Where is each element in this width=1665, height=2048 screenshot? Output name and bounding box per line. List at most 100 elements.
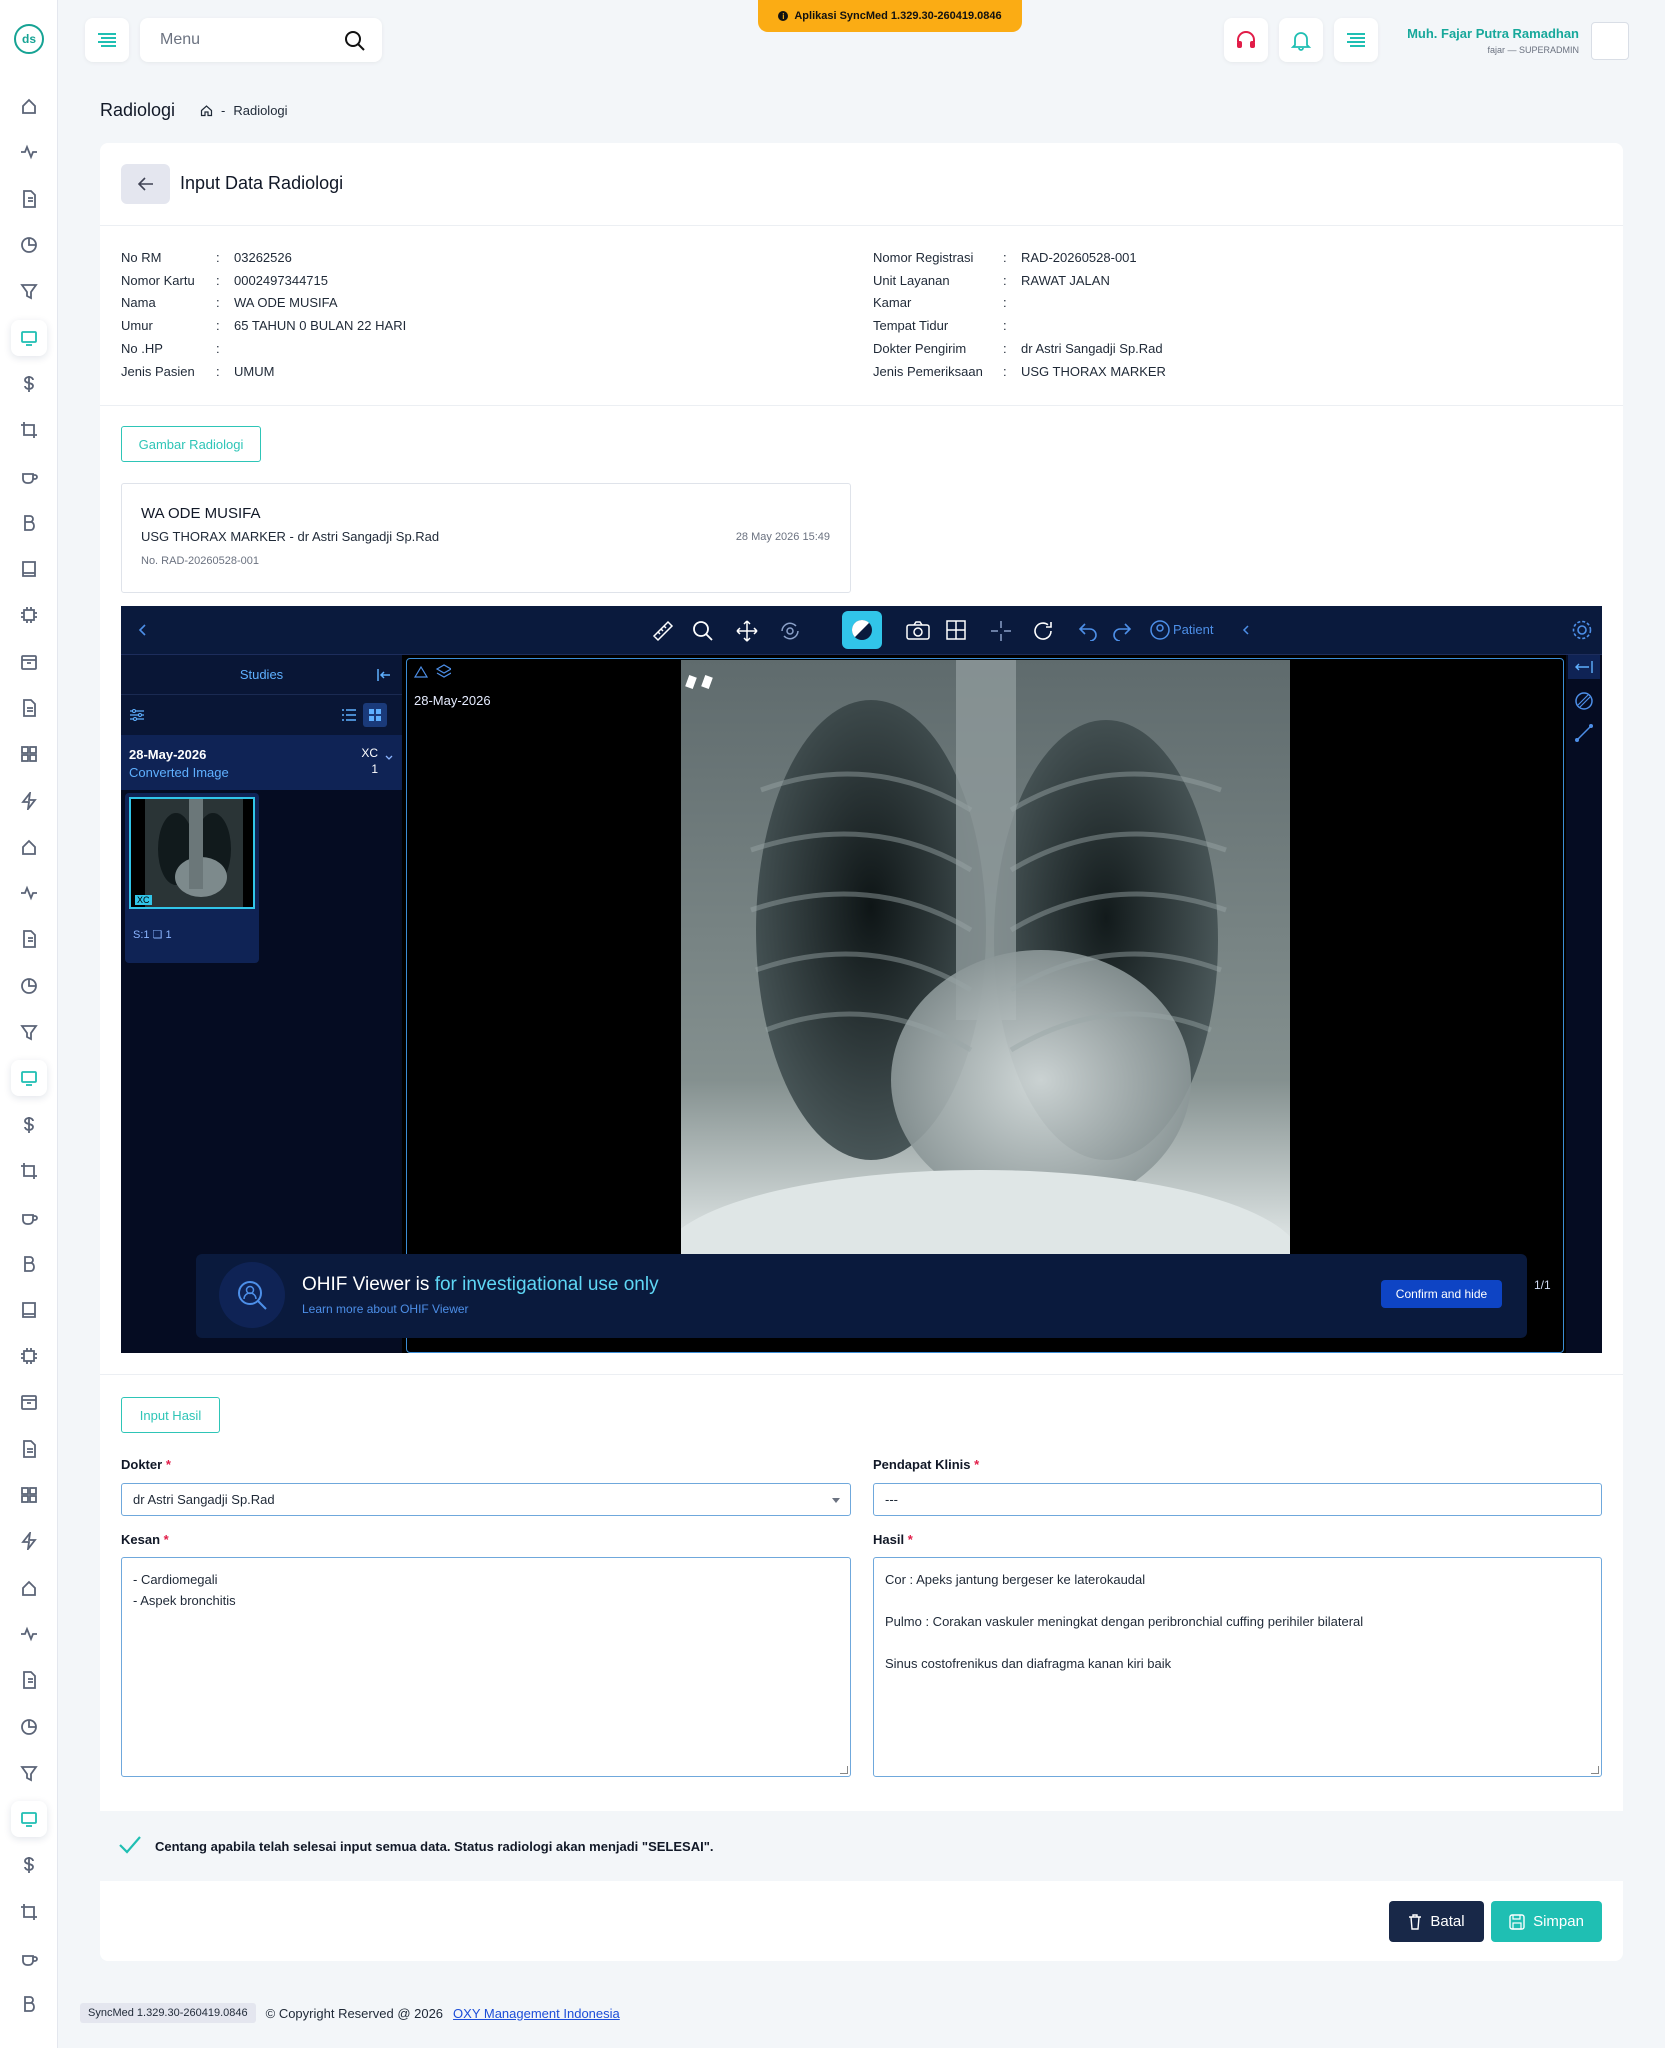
sidebar-item-coffee[interactable] bbox=[11, 1940, 47, 1976]
sidebar-item-crop[interactable] bbox=[11, 412, 47, 448]
pan-icon[interactable] bbox=[735, 619, 759, 643]
patient-info-left: No RM:03262526 Nomor Kartu:0002497344715 N… bbox=[121, 246, 406, 383]
simpan-button[interactable]: Simpan bbox=[1491, 1901, 1602, 1942]
segmentation-icon[interactable] bbox=[1574, 691, 1594, 711]
sidebar-item-monitor[interactable] bbox=[11, 1801, 47, 1838]
collapse-panel-icon[interactable] bbox=[376, 667, 392, 683]
sidebar-item-home[interactable] bbox=[11, 829, 47, 865]
measurement-icon[interactable] bbox=[1574, 723, 1594, 743]
sidebar-item-monitor[interactable] bbox=[11, 319, 47, 356]
sidebar-item-document[interactable] bbox=[11, 181, 47, 217]
pendapat-klinis-field[interactable]: --- bbox=[873, 1483, 1602, 1516]
ruler-icon[interactable] bbox=[651, 619, 675, 643]
sidebar-item-filter[interactable] bbox=[11, 1755, 47, 1791]
sidebar-item-book[interactable] bbox=[11, 551, 47, 587]
sidebar-item-book[interactable] bbox=[11, 1292, 47, 1328]
support-button[interactable] bbox=[1224, 18, 1268, 62]
sidebar-item-home[interactable] bbox=[11, 1570, 47, 1606]
sidebar-item-activity[interactable] bbox=[11, 875, 47, 911]
chevron-down-icon[interactable] bbox=[384, 753, 394, 763]
sidebar-item-zap[interactable] bbox=[11, 783, 47, 819]
viewport[interactable]: 28-May-2026 bbox=[406, 658, 1564, 1353]
zoom-icon[interactable] bbox=[691, 619, 715, 643]
sidebar-item-crop[interactable] bbox=[11, 1153, 47, 1189]
chevron-left-small-icon[interactable] bbox=[1241, 619, 1251, 641]
sidebar-item-document[interactable] bbox=[11, 1662, 47, 1698]
banner-learn-more-link[interactable]: Learn more about OHIF Viewer bbox=[302, 1302, 469, 1316]
camera-icon[interactable] bbox=[905, 619, 931, 643]
sidebar-item-activity[interactable] bbox=[11, 134, 47, 170]
rotate-3d-icon[interactable] bbox=[778, 619, 802, 643]
menu-toggle-button[interactable] bbox=[1334, 18, 1378, 62]
layers-icon[interactable] bbox=[413, 663, 451, 681]
sidebar-item-pie-chart[interactable] bbox=[11, 1709, 47, 1745]
sidebar-item-pie-chart[interactable] bbox=[11, 968, 47, 1004]
patient-icon[interactable] bbox=[1149, 619, 1171, 641]
sidebar-item-dollar[interactable] bbox=[11, 1107, 47, 1143]
sidebar-item-crop[interactable] bbox=[11, 1894, 47, 1930]
app-logo[interactable]: ds bbox=[14, 24, 44, 54]
chevron-left-icon[interactable] bbox=[137, 619, 149, 641]
redo-icon[interactable] bbox=[1111, 619, 1133, 641]
hasil-label-text: Hasil bbox=[873, 1532, 905, 1547]
sidebar-item-file-text[interactable] bbox=[11, 1431, 47, 1467]
sidebar-item-bold[interactable] bbox=[11, 505, 47, 541]
sidebar-item-filter[interactable] bbox=[11, 1014, 47, 1050]
sidebar-item-home[interactable] bbox=[11, 88, 47, 124]
hasil-textarea[interactable]: Cor : Apeks jantung bergeser ke lateroka… bbox=[873, 1557, 1602, 1777]
sidebar-item-document[interactable] bbox=[11, 921, 47, 957]
checkmark-icon[interactable] bbox=[118, 1835, 142, 1855]
layout-icon[interactable] bbox=[945, 619, 971, 643]
sidebar-item-bold[interactable] bbox=[11, 1986, 47, 2022]
home-icon[interactable] bbox=[200, 104, 213, 117]
resize-handle[interactable] bbox=[1591, 1766, 1599, 1774]
sidebar-item-coffee[interactable] bbox=[11, 1199, 47, 1235]
user-name[interactable]: Muh. Fajar Putra Ramadhan bbox=[1407, 26, 1579, 41]
back-button[interactable] bbox=[121, 164, 170, 204]
trash-icon bbox=[1409, 1913, 1422, 1930]
sidebar-item-filter[interactable] bbox=[11, 273, 47, 309]
gambar-radiologi-button[interactable]: Gambar Radiologi bbox=[121, 426, 261, 462]
sidebar-item-zap[interactable] bbox=[11, 1523, 47, 1559]
study-card[interactable]: WA ODE MUSIFA USG THORAX MARKER - dr Ast… bbox=[121, 483, 851, 593]
batal-button[interactable]: Batal bbox=[1389, 1901, 1484, 1942]
cpu-icon bbox=[21, 607, 37, 624]
reset-icon[interactable] bbox=[1031, 619, 1055, 643]
kesan-textarea[interactable]: - Cardiomegali - Aspek bronchitis bbox=[121, 1557, 851, 1777]
list-view-icon[interactable] bbox=[339, 705, 359, 725]
expand-right-button[interactable] bbox=[1568, 655, 1600, 679]
sidebar-item-activity[interactable] bbox=[11, 1616, 47, 1652]
input-hasil-button[interactable]: Input Hasil bbox=[121, 1397, 220, 1433]
sidebar-item-grid[interactable] bbox=[11, 736, 47, 772]
series-thumbnail[interactable]: XC S:1 ❏ 1 bbox=[125, 793, 259, 963]
resize-handle[interactable] bbox=[840, 1766, 848, 1774]
sidebar-item-dollar[interactable] bbox=[11, 1847, 47, 1883]
sidebar-item-dollar[interactable] bbox=[11, 366, 47, 402]
grid-view-button[interactable] bbox=[363, 703, 387, 727]
sidebar-item-archive[interactable] bbox=[11, 644, 47, 680]
sidebar-item-coffee[interactable] bbox=[11, 458, 47, 494]
confirm-hide-button[interactable]: Confirm and hide bbox=[1381, 1280, 1502, 1308]
sidebar-item-cpu[interactable] bbox=[11, 597, 47, 633]
sidebar-item-pie-chart[interactable] bbox=[11, 227, 47, 263]
undo-icon[interactable] bbox=[1077, 619, 1099, 641]
filter-icon[interactable] bbox=[129, 707, 145, 723]
sidebar-item-monitor[interactable] bbox=[11, 1060, 47, 1097]
footer-company-link[interactable]: OXY Management Indonesia bbox=[453, 2006, 620, 2021]
gear-icon[interactable] bbox=[1571, 619, 1593, 641]
dokter-select[interactable]: dr Astri Sangadji Sp.Rad bbox=[121, 1483, 851, 1516]
notification-button[interactable] bbox=[1279, 18, 1323, 62]
sidebar-item-archive[interactable] bbox=[11, 1384, 47, 1420]
study-list-item[interactable]: 28-May-2026 Converted Image XC 1 bbox=[121, 735, 402, 790]
sidebar-item-bold[interactable] bbox=[11, 1246, 47, 1282]
patient-label[interactable]: Patient bbox=[1173, 622, 1213, 637]
footer-copyright: © Copyright Reserved @ 2026 bbox=[265, 2005, 444, 2021]
crosshair-icon[interactable] bbox=[989, 619, 1013, 643]
studies-label[interactable]: Studies bbox=[240, 667, 283, 682]
sidebar-item-file-text[interactable] bbox=[11, 690, 47, 726]
menu-search-input[interactable]: Menu bbox=[140, 18, 382, 62]
sidebar-item-grid[interactable] bbox=[11, 1477, 47, 1513]
avatar[interactable] bbox=[1591, 22, 1629, 60]
hamburger-button[interactable] bbox=[85, 18, 129, 62]
sidebar-item-cpu[interactable] bbox=[11, 1338, 47, 1374]
